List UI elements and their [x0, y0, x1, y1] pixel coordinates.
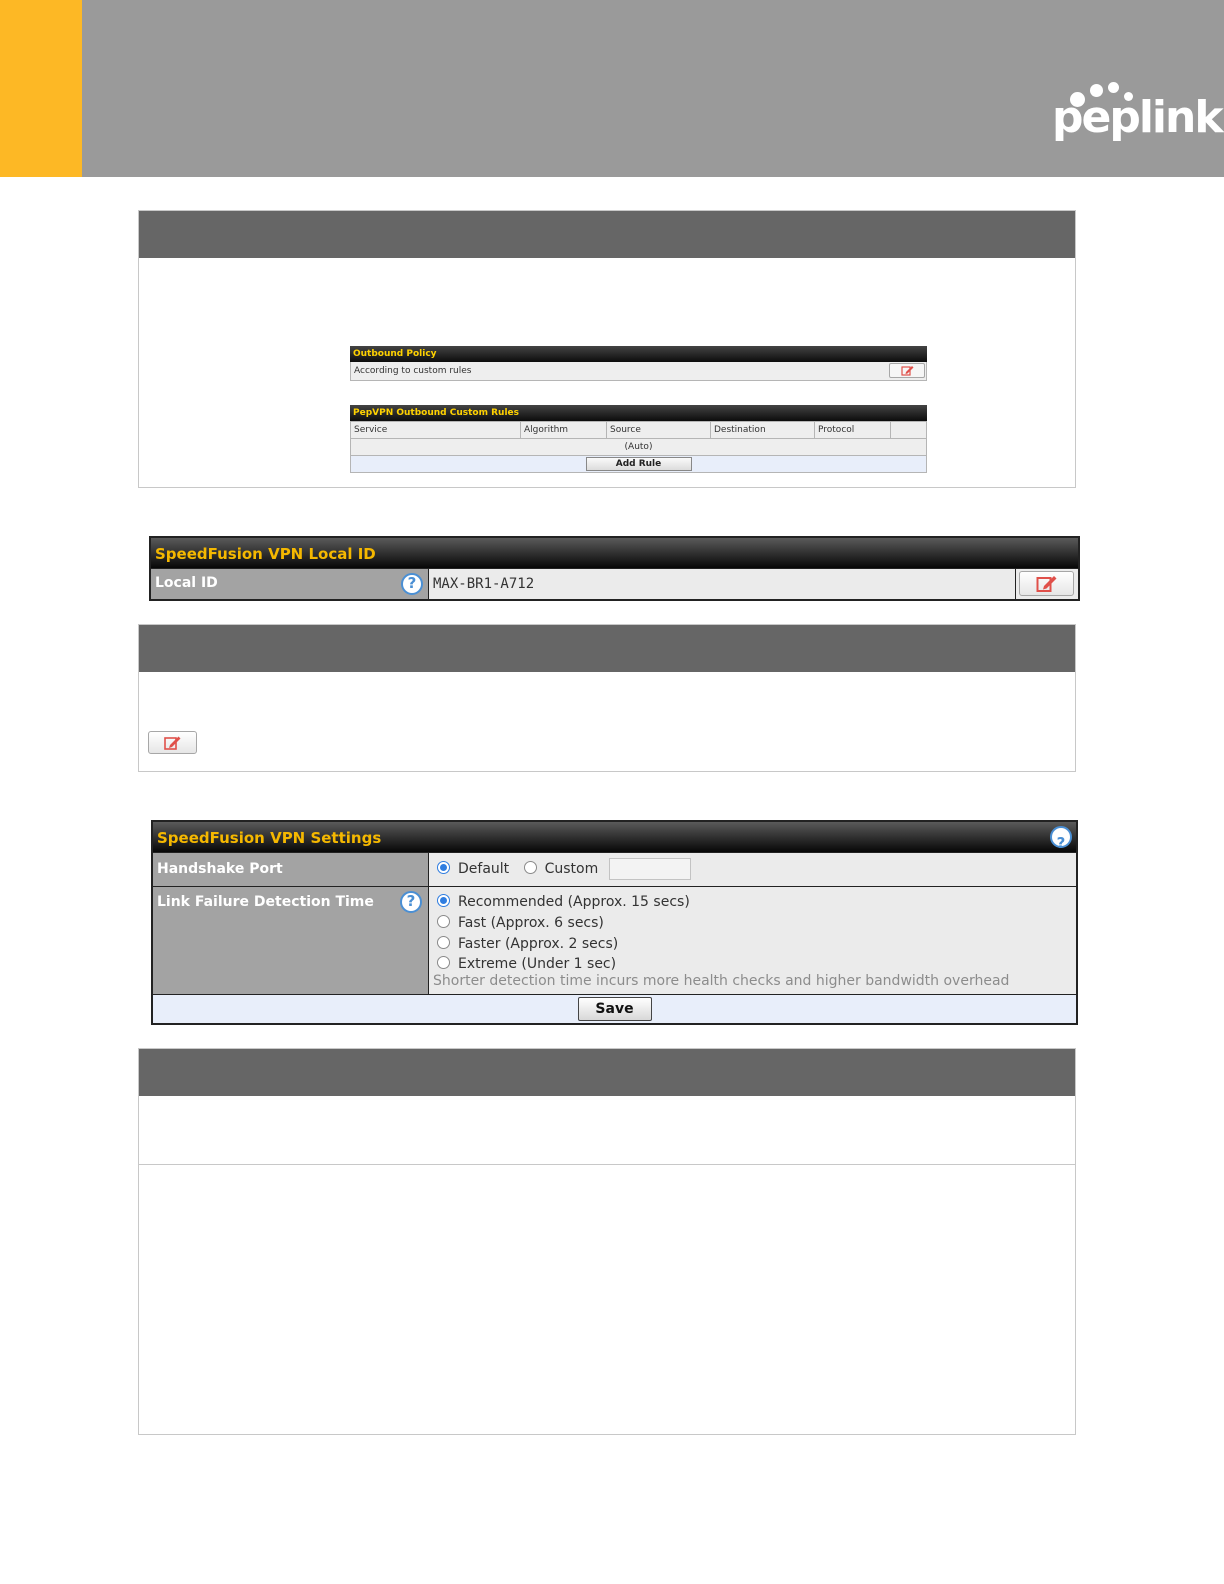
local-id-title: SpeedFusion VPN Local ID — [151, 538, 1078, 568]
local-id-panel: SpeedFusion VPN Local ID Local ID MAX-BR… — [149, 536, 1080, 601]
handshake-port-value: Default Custom — [429, 853, 1076, 886]
handshake-port-label-text: Handshake Port — [157, 861, 283, 877]
add-rule-row: Add Rule — [350, 455, 927, 473]
accent-bar — [0, 0, 82, 177]
table-header-row: Service Algorithm Source Destination Pro… — [350, 421, 927, 439]
help-icon[interactable] — [401, 573, 423, 595]
link-failure-faster-radio[interactable] — [437, 936, 450, 949]
outbound-policy-panel: Outbound Policy According to custom rule… — [350, 346, 927, 381]
custom-rules-title: PepVPN Outbound Custom Rules — [350, 405, 927, 421]
handshake-default-radio[interactable] — [437, 861, 450, 874]
help-icon[interactable] — [1050, 826, 1072, 859]
column-header: Destination — [710, 421, 815, 439]
peplink-logo: peplink — [1052, 82, 1224, 162]
doc-box-divider — [139, 1164, 1075, 1165]
link-failure-label: Link Failure Detection Time — [153, 887, 429, 994]
save-row: Save — [153, 994, 1076, 1023]
doc-box-header — [139, 1049, 1075, 1096]
handshake-default-label: Default — [458, 861, 510, 877]
save-button[interactable]: Save — [577, 997, 652, 1021]
vpn-settings-title: SpeedFusion VPN Settings — [153, 822, 1076, 859]
link-failure-option-label: Recommended (Approx. 15 secs) — [458, 894, 690, 910]
outbound-policy-title: Outbound Policy — [350, 346, 927, 362]
local-id-value-cell: MAX-BR1-A712 — [429, 569, 1016, 599]
handshake-custom-label: Custom — [544, 861, 599, 877]
custom-rules-panel: PepVPN Outbound Custom Rules Service Alg… — [350, 405, 927, 473]
table-row: (Auto) — [350, 438, 927, 456]
link-failure-note: Shorter detection time incurs more healt… — [433, 973, 1010, 989]
handshake-port-label: Handshake Port — [153, 853, 429, 886]
column-header-empty — [890, 421, 927, 439]
vpn-settings-panel: SpeedFusion VPN Settings Handshake Port … — [151, 820, 1078, 1025]
custom-rules-table: Service Algorithm Source Destination Pro… — [350, 421, 927, 473]
local-id-label: Local ID — [151, 569, 429, 599]
doc-box-header — [139, 211, 1075, 258]
logo-text: peplink — [1052, 92, 1224, 143]
link-failure-label-text: Link Failure Detection Time — [157, 894, 374, 910]
vpn-settings-title-text: SpeedFusion VPN Settings — [157, 829, 382, 847]
edit-icon — [164, 736, 181, 750]
link-failure-fast-radio[interactable] — [437, 915, 450, 928]
help-icon[interactable] — [400, 891, 422, 913]
column-header: Protocol — [814, 421, 891, 439]
link-failure-option: Faster (Approx. 2 secs) — [437, 934, 1076, 955]
outbound-policy-row: According to custom rules — [350, 362, 927, 381]
column-header: Source — [606, 421, 711, 439]
add-rule-cell: Add Rule — [350, 455, 927, 473]
doc-box-local-id — [138, 624, 1076, 772]
column-header: Algorithm — [520, 421, 607, 439]
link-failure-row: Link Failure Detection Time Recommended … — [153, 886, 1076, 994]
handshake-custom-radio[interactable] — [523, 861, 537, 874]
outbound-policy-value: According to custom rules — [354, 366, 472, 376]
handshake-port-row: Handshake Port Default Custom — [153, 852, 1076, 886]
edit-icon — [901, 366, 914, 376]
edit-icon — [1036, 576, 1057, 592]
page-header: peplink — [0, 0, 1224, 177]
link-failure-option-label: Extreme (Under 1 sec) — [458, 956, 617, 972]
link-failure-option-label: Faster (Approx. 2 secs) — [458, 936, 619, 952]
column-header: Service — [350, 421, 521, 439]
link-failure-recommended-radio[interactable] — [437, 894, 450, 907]
link-failure-value: Recommended (Approx. 15 secs) Fast (Appr… — [429, 887, 1076, 994]
local-id-edit-cell — [1016, 569, 1078, 599]
doc-box-header — [139, 625, 1075, 672]
link-failure-extreme-radio[interactable] — [437, 956, 450, 969]
link-failure-option: Extreme (Under 1 sec) — [437, 955, 1076, 974]
add-rule-button[interactable]: Add Rule — [585, 457, 692, 471]
edit-button[interactable] — [148, 731, 197, 754]
link-failure-option: Recommended (Approx. 15 secs) — [437, 892, 1076, 913]
link-failure-option-label: Fast (Approx. 6 secs) — [458, 915, 604, 931]
doc-box-vpn-settings — [138, 1048, 1076, 1435]
local-id-edit-button[interactable] — [1019, 571, 1074, 596]
handshake-custom-port-input[interactable] — [608, 858, 691, 880]
link-failure-option: Fast (Approx. 6 secs) — [437, 913, 1076, 934]
local-id-row: Local ID MAX-BR1-A712 — [151, 568, 1078, 599]
local-id-value: MAX-BR1-A712 — [433, 576, 535, 592]
outbound-policy-edit-button[interactable] — [889, 363, 925, 378]
local-id-label-text: Local ID — [155, 575, 218, 591]
auto-rule-cell: (Auto) — [350, 438, 927, 456]
